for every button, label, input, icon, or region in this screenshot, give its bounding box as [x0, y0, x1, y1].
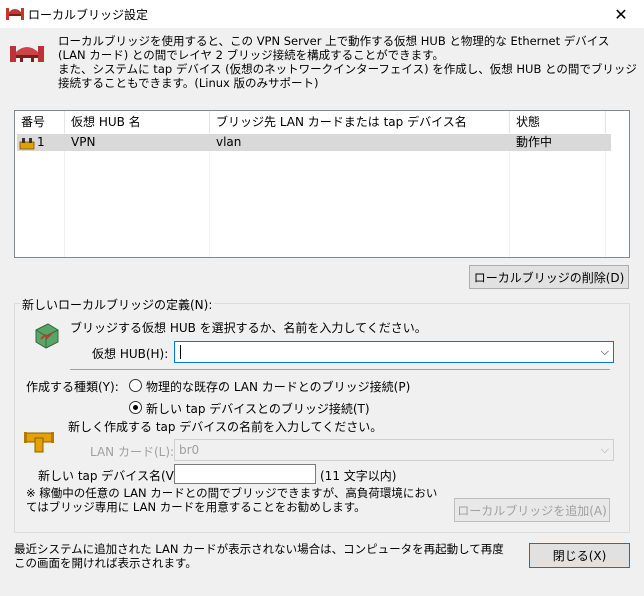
- close-button[interactable]: 閉じる(X): [529, 543, 630, 568]
- close-window-button[interactable]: ✕: [598, 0, 644, 28]
- bridge-icon: [10, 46, 44, 62]
- type-label: 作成する種類(Y):: [26, 380, 119, 394]
- bridge-list[interactable]: 番号 仮想 HUB 名 ブリッジ先 LAN カードまたは tap デバイス名 状…: [14, 110, 630, 258]
- tap-name-label: 新しい tap デバイス名(V):: [38, 469, 183, 483]
- divider: [70, 369, 610, 370]
- radio-tap-label[interactable]: 新しい tap デバイスとのブリッジ接続(T): [146, 400, 370, 417]
- add-bridge-button[interactable]: ローカルブリッジを追加(A): [454, 498, 610, 522]
- column-header-hub[interactable]: 仮想 HUB 名: [65, 111, 210, 133]
- virtual-hub-icon: [35, 323, 59, 349]
- row-number: 1: [37, 135, 45, 149]
- lan-card-combobox[interactable]: br0 ⌵: [174, 439, 614, 461]
- radio-physical[interactable]: [129, 379, 142, 392]
- radio-physical-label[interactable]: 物理的な既存の LAN カードとのブリッジ接続(P): [146, 378, 410, 395]
- bridge-app-icon: [6, 8, 24, 20]
- chevron-down-icon[interactable]: ⌵: [601, 345, 609, 359]
- chevron-down-icon[interactable]: ⌵: [601, 443, 609, 457]
- new-bridge-group-label: 新しいローカルブリッジの定義(N):: [20, 296, 215, 313]
- tap-name-input[interactable]: [174, 464, 316, 484]
- row-status: 動作中: [516, 135, 553, 149]
- tap-device-icon: [24, 432, 54, 453]
- tap-name-hint: (11 文字以内): [320, 469, 397, 483]
- column-header-number[interactable]: 番号: [15, 111, 65, 133]
- lan-card-label: LAN カード(L):: [90, 445, 175, 459]
- bridge-note: ※ 稼働中の任意の LAN カードとの間でブリッジできますが、高負荷環境において…: [26, 486, 438, 514]
- radio-tap[interactable]: [129, 401, 142, 414]
- footer-note: 最近システムに追加された LAN カードが表示されない場合は、コンピュータを再起…: [14, 542, 504, 570]
- description-text: ローカルブリッジを使用すると、この VPN Server 上で動作する仮想 HU…: [58, 34, 637, 90]
- hub-combobox[interactable]: ⌵: [174, 341, 614, 363]
- row-target: vlan: [216, 135, 242, 149]
- hub-label: 仮想 HUB(H):: [92, 347, 169, 361]
- text-caret: [180, 345, 181, 359]
- list-header: 番号 仮想 HUB 名 ブリッジ先 LAN カードまたは tap デバイス名 状…: [15, 111, 629, 133]
- tap-prompt: 新しく作成する tap デバイスの名前を入力してください。: [68, 420, 383, 434]
- row-hub-name: VPN: [71, 135, 96, 149]
- column-header-target[interactable]: ブリッジ先 LAN カードまたは tap デバイス名: [210, 111, 510, 133]
- delete-bridge-button[interactable]: ローカルブリッジの削除(D): [469, 265, 629, 289]
- column-header-status[interactable]: 状態: [510, 111, 606, 133]
- table-row[interactable]: 1 VPN vlan 動作中: [17, 134, 611, 151]
- hub-prompt: ブリッジする仮想 HUB を選択するか、名前を入力してください。: [70, 321, 427, 335]
- window-title: ローカルブリッジ設定: [28, 8, 149, 22]
- bridge-row-icon: [19, 137, 35, 149]
- lan-card-value: br0: [179, 443, 200, 457]
